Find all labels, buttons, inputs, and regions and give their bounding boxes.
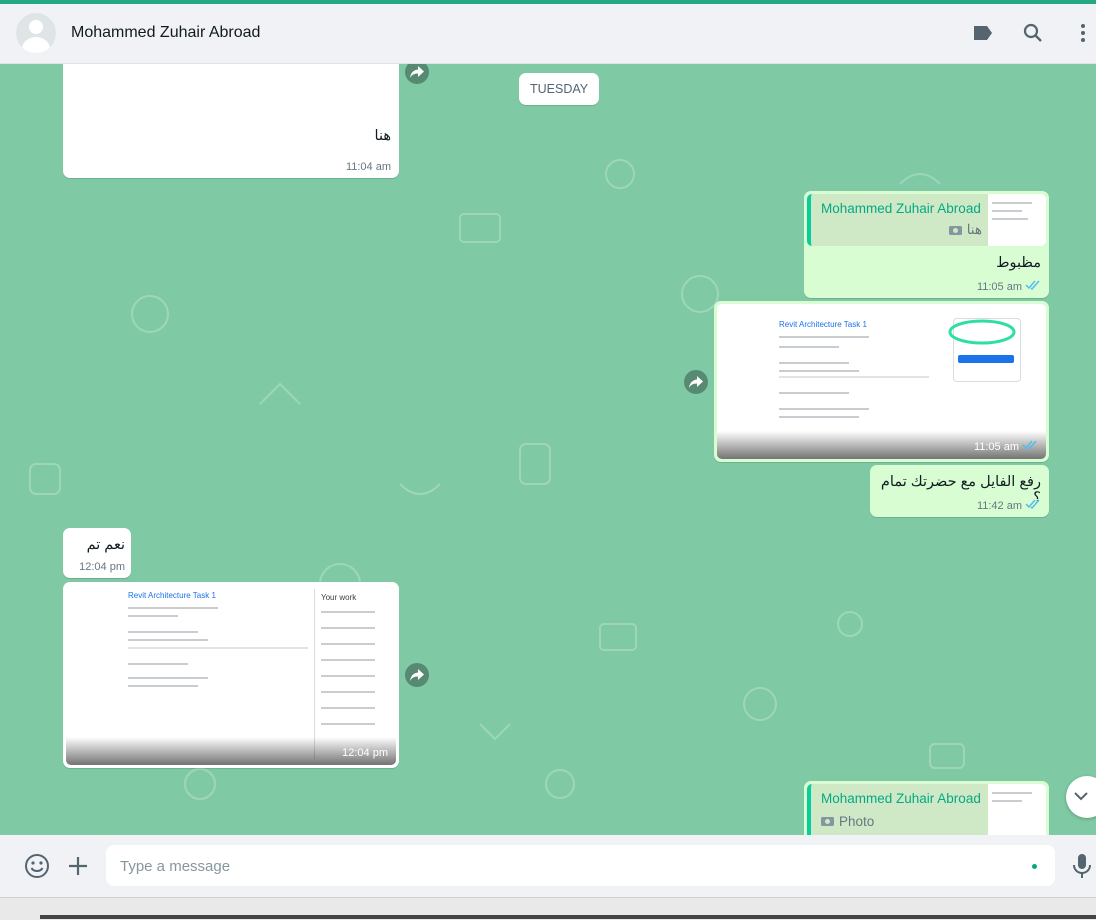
image-attachment[interactable]: Revit Architecture Task 1 Your work 12:0… [66,585,396,765]
quoted-message[interactable]: Mohammed Zuhair Abroad Photo [807,784,1046,835]
message-time: 11:42 am [976,499,1022,512]
image-doc-title: Revit Architecture Task 1 [779,320,867,329]
message-time: 11:05 am [973,440,1019,453]
work-panel: Your work [314,589,383,759]
message-input-box[interactable] [106,845,1055,888]
contact-name[interactable]: Mohammed Zuhair Abroad [71,24,260,42]
message-incoming[interactable]: هنا 11:04 am [63,64,399,178]
chevron-down-icon [1074,788,1088,806]
camera-icon [948,223,962,238]
quote-text: هنا [966,222,982,237]
message-outgoing[interactable]: رفع الفايل مع حضرتك تمام ؟ 11:42 am [870,465,1049,517]
message-incoming[interactable]: نعم تم 12:04 pm [63,528,131,578]
image-meta: 11:05 am [974,440,1038,453]
message-text: مظبوط [996,255,1041,271]
message-outgoing[interactable]: Mohammed Zuhair Abroad هنا مظبوط 11:05 a… [804,191,1049,298]
message-time: 11:04 am [345,161,391,173]
message-meta: 11:42 am [977,499,1041,512]
quote-thumbnail [988,784,1046,835]
quote-author: Mohammed Zuhair Abroad [821,201,981,216]
message-outgoing[interactable]: Mohammed Zuhair Abroad Photo [804,781,1049,835]
quote-text: Photo [839,814,875,829]
message-input[interactable] [118,845,1022,888]
chat-area[interactable]: TUESDAY هنا 11:04 am Mohammed Zuhair Abr… [0,64,1096,835]
message-time: 11:05 am [976,280,1022,293]
search-icon[interactable] [1020,20,1046,46]
plus-icon[interactable] [67,855,89,882]
highlight-circle [948,319,1016,345]
read-ticks-icon [1025,280,1041,293]
message-time: 12:04 pm [342,747,388,759]
forward-icon[interactable] [405,663,429,687]
quote-preview: Photo [821,814,874,829]
status-dot [1032,864,1037,869]
chat-header: Mohammed Zuhair Abroad [0,4,1096,64]
label-icon[interactable] [970,20,996,46]
forward-icon[interactable] [684,370,708,394]
quote-preview: هنا [948,222,982,238]
avatar[interactable] [16,13,56,53]
date-separator: TUESDAY [519,73,600,105]
menu-icon[interactable] [1070,20,1096,46]
message-text: نعم تم [86,537,125,553]
composer-bar [0,835,1096,897]
emoji-icon[interactable] [24,853,50,884]
work-panel-title: Your work [321,593,357,602]
message-meta: 11:05 am [977,280,1041,293]
image-doc-title: Revit Architecture Task 1 [128,591,216,600]
image-attachment[interactable]: Revit Architecture Task 1 11:05 am [717,304,1046,459]
camera-icon [821,814,834,829]
taskbar-strip [0,897,1096,920]
quote-thumbnail [988,194,1046,246]
read-ticks-icon [1022,440,1038,453]
message-incoming-image[interactable]: Revit Architecture Task 1 Your work 12:0… [63,582,399,768]
read-ticks-icon [1025,499,1041,512]
message-time: 12:04 pm [79,561,125,573]
microphone-icon[interactable] [1072,853,1092,884]
message-text: هنا [374,128,391,144]
message-outgoing-image[interactable]: Revit Architecture Task 1 11:05 am [714,301,1049,462]
quote-author: Mohammed Zuhair Abroad [821,791,981,806]
quoted-message[interactable]: Mohammed Zuhair Abroad هنا [807,194,1046,246]
